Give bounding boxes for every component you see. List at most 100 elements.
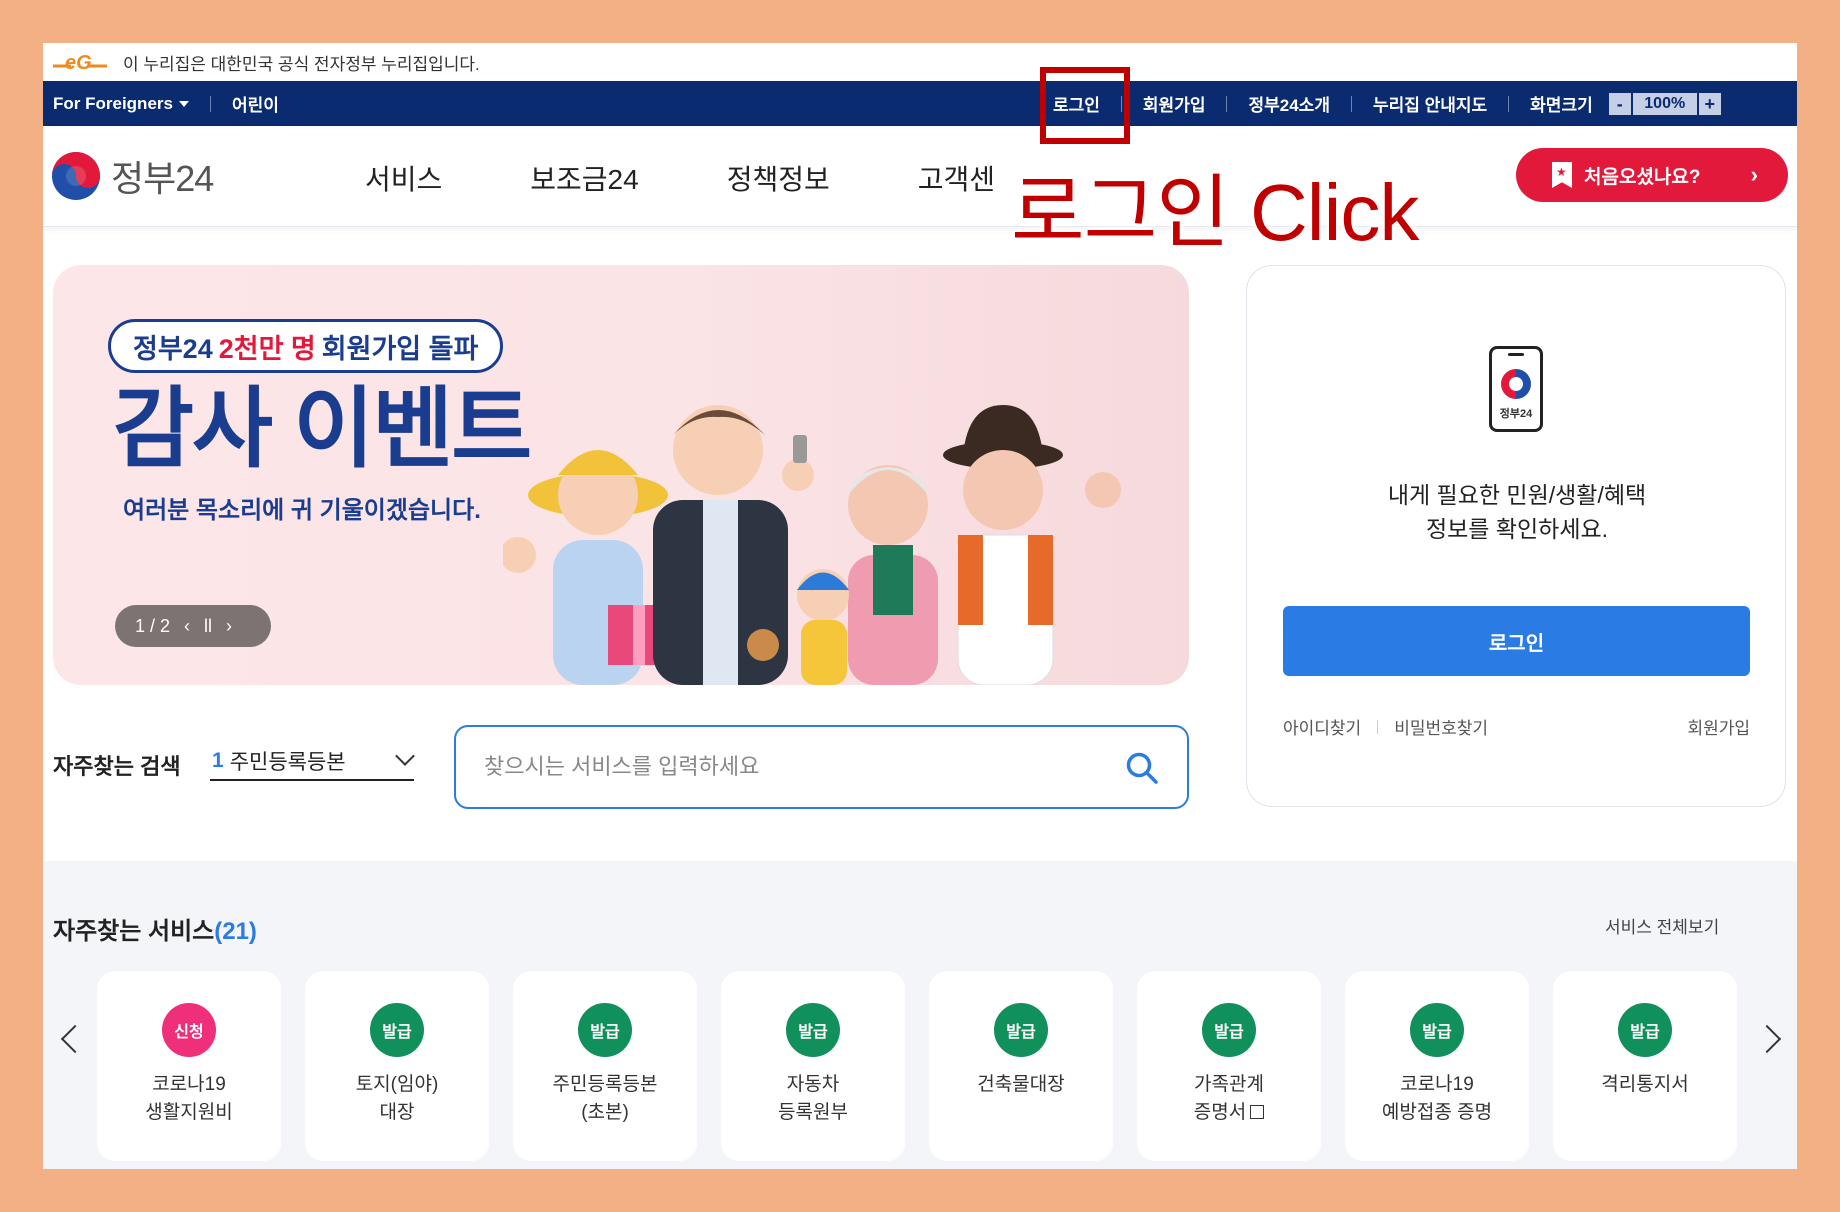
chevron-down-icon xyxy=(395,746,415,766)
service-card[interactable]: 발급 가족관계 증명서 xyxy=(1137,971,1321,1161)
prev-slide-icon[interactable]: ‹ xyxy=(184,616,190,637)
search-box xyxy=(454,725,1189,809)
service-card[interactable]: 발급 코로나19 예방접종 증명 xyxy=(1345,971,1529,1161)
service-name: 코로나19 예방접종 증명 xyxy=(1381,1074,1493,1123)
for-foreigners-label: For Foreigners xyxy=(53,93,173,113)
browser-viewport: eG 이 누리집은 대한민국 공식 전자정부 누리집입니다. For Forei… xyxy=(43,43,1797,1169)
phone-notch xyxy=(1508,353,1524,356)
family-illustration xyxy=(503,405,1121,685)
search-input[interactable] xyxy=(484,754,1084,780)
utility-bar: For Foreigners 어린이 로그인 회원가입 정부24소개 누리집 안… xyxy=(43,81,1797,126)
login-button[interactable]: 로그인 xyxy=(1283,606,1750,676)
service-card[interactable]: 발급 격리통지서 xyxy=(1553,971,1737,1161)
issue-badge: 발급 xyxy=(994,1003,1048,1057)
gov-banner-text: 이 누리집은 대한민국 공식 전자정부 누리집입니다. xyxy=(123,54,480,74)
sitemap-link[interactable]: 누리집 안내지도 xyxy=(1373,91,1487,116)
bookmark-icon xyxy=(1552,162,1572,188)
issue-badge: 발급 xyxy=(578,1003,632,1057)
nav-services[interactable]: 서비스 xyxy=(365,158,442,198)
issue-badge: 발급 xyxy=(1410,1003,1464,1057)
nav-customer-center[interactable]: 고객센 xyxy=(918,158,995,198)
banner-subtitle: 여러분 목소리에 귀 기울이겠습니다. xyxy=(123,497,481,524)
external-link-icon xyxy=(1250,1105,1265,1119)
service-name: 코로나19 생활지원비 xyxy=(145,1074,233,1123)
phone-label: 정부24 xyxy=(1499,408,1533,420)
service-name: 가족관계 증명서 xyxy=(1137,1071,1321,1127)
banner-pager: 1 / 2 ‹ ll › xyxy=(115,605,271,647)
service-name: 건축물대장 xyxy=(977,1074,1065,1095)
frequent-rank: 1 xyxy=(212,749,224,772)
services-title: 자주찾는 서비스(21) xyxy=(53,911,257,946)
service-card[interactable]: 발급 주민등록등본 (초본) xyxy=(513,971,697,1161)
site-logo[interactable]: 정부24 xyxy=(51,150,214,202)
zoom-in-button[interactable]: + xyxy=(1698,92,1721,115)
pager-count: 1 / 2 xyxy=(135,615,171,636)
zoom-out-button[interactable]: - xyxy=(1608,92,1631,115)
utility-links: 로그인 회원가입 정부24소개 누리집 안내지도 화면크기 - 100% + xyxy=(1053,81,1721,126)
service-name: 주민등록등본 (초본) xyxy=(552,1074,658,1123)
pill-prefix: 정부24 xyxy=(133,333,213,364)
nav-subsidy24[interactable]: 보조금24 xyxy=(530,158,638,198)
chevron-right-icon[interactable] xyxy=(1752,1024,1782,1054)
issue-badge: 발급 xyxy=(1202,1003,1256,1057)
panel-signup-link[interactable]: 회원가입 xyxy=(1687,714,1750,739)
caret-down-icon xyxy=(178,101,189,108)
first-visit-button[interactable]: 처음오셨나요? › xyxy=(1516,148,1788,202)
about-link[interactable]: 정부24소개 xyxy=(1248,91,1329,116)
login-highlight-box xyxy=(1040,67,1130,144)
zoom-label: 화면크기 xyxy=(1530,96,1593,115)
hero-banner[interactable]: 정부24 2천만 명 회원가입 돌파 감사 이벤트 여러분 목소리에 귀 기울이… xyxy=(53,265,1189,685)
next-slide-icon[interactable]: › xyxy=(226,616,232,637)
service-name: 토지(임야) 대장 xyxy=(355,1074,439,1123)
issue-badge: 발급 xyxy=(370,1003,424,1057)
site-header: 정부24 서비스 보조금24 정책정보 고객센 처음오셨나요? › xyxy=(43,126,1797,227)
gov-banner: eG 이 누리집은 대한민국 공식 전자정부 누리집입니다. xyxy=(43,43,1797,81)
pause-icon[interactable]: ll xyxy=(204,616,212,637)
apply-badge: 신청 xyxy=(162,1003,216,1057)
service-card[interactable]: 발급 자동차 등록원부 xyxy=(721,971,905,1161)
zoom-value: 100% xyxy=(1632,92,1697,115)
nav-policy-info[interactable]: 정책정보 xyxy=(727,158,830,198)
login-click-instruction: 로그인 Click xyxy=(1011,168,1419,257)
service-card[interactable]: 발급 토지(임야) 대장 xyxy=(305,971,489,1161)
service-name: 자동차 등록원부 xyxy=(778,1074,848,1123)
chevron-left-icon[interactable] xyxy=(60,1024,90,1054)
first-visit-label: 처음오셨나요? xyxy=(1584,166,1701,188)
banner-title: 감사 이벤트 xyxy=(113,379,532,478)
service-card[interactable]: 발급 건축물대장 xyxy=(929,971,1113,1161)
pill-highlight: 2천만 명 xyxy=(218,333,316,364)
signup-link[interactable]: 회원가입 xyxy=(1143,91,1206,116)
login-panel: 정부24 내게 필요한 민원/생활/혜택 정보를 확인하세요. 로그인 아이디찾… xyxy=(1246,265,1786,807)
find-password-link[interactable]: 비밀번호찾기 xyxy=(1394,714,1488,739)
service-card[interactable]: 신청 코로나19 생활지원비 xyxy=(97,971,281,1161)
divider xyxy=(1226,95,1228,112)
divider xyxy=(1508,95,1510,112)
search-icon[interactable] xyxy=(1125,751,1159,785)
find-id-link[interactable]: 아이디찾기 xyxy=(1283,714,1361,739)
for-foreigners-dropdown[interactable]: For Foreigners xyxy=(53,94,189,114)
mobile-phone-icon: 정부24 xyxy=(1489,346,1543,432)
zoom-control: - 100% + xyxy=(1608,92,1721,115)
login-message-line2: 정보를 확인하세요. xyxy=(1425,516,1609,542)
frequent-search-label: 자주찾는 검색 xyxy=(53,754,181,779)
logo-text: 정부24 xyxy=(111,158,214,199)
kids-link[interactable]: 어린이 xyxy=(232,91,279,116)
divider xyxy=(1350,95,1352,112)
egov-logo-icon: eG xyxy=(51,50,109,74)
login-message: 내게 필요한 민원/생활/혜택 정보를 확인하세요. xyxy=(1247,478,1787,546)
services-count: (21) xyxy=(214,918,257,945)
taegeuk-logo-icon xyxy=(52,152,100,200)
services-title-text: 자주찾는 서비스 xyxy=(53,918,215,945)
view-all-services-link[interactable]: 서비스 전체보기 xyxy=(1605,913,1719,938)
login-message-line1: 내게 필요한 민원/생활/혜택 xyxy=(1387,482,1647,508)
frequent-services-section: 자주찾는 서비스(21) 서비스 전체보기 신청 코로나19 생활지원비 발급 … xyxy=(43,861,1797,1169)
pill-suffix: 회원가입 돌파 xyxy=(321,333,479,364)
issue-badge: 발급 xyxy=(786,1003,840,1057)
frequent-search-select[interactable]: 1 주민등록등본 xyxy=(210,743,415,781)
issue-badge: 발급 xyxy=(1618,1003,1672,1057)
taegeuk-icon xyxy=(1501,369,1531,399)
chevron-right-icon: › xyxy=(1750,162,1758,187)
main-nav: 서비스 보조금24 정책정보 고객센 xyxy=(365,158,1083,198)
banner-pill: 정부24 2천만 명 회원가입 돌파 xyxy=(108,319,504,373)
divider xyxy=(209,95,211,112)
